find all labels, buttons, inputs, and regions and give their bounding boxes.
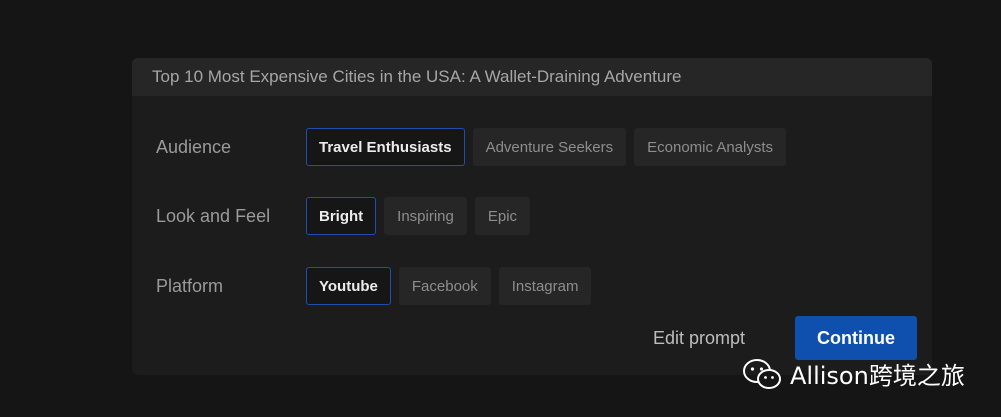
look-option-inspiring[interactable]: Inspiring <box>384 197 467 235</box>
look-option-epic[interactable]: Epic <box>474 197 531 235</box>
audience-option-travel-enthusiasts[interactable]: Travel Enthusiasts <box>306 128 465 166</box>
audience-options: Travel Enthusiasts Adventure Seekers Eco… <box>306 128 787 166</box>
panel-actions: Edit prompt Continue <box>653 316 917 360</box>
audience-option-economic-analysts[interactable]: Economic Analysts <box>634 128 787 166</box>
platform-options: Youtube Facebook Instagram <box>306 267 592 305</box>
platform-option-facebook[interactable]: Facebook <box>398 267 491 305</box>
platform-row: Platform Youtube Facebook Instagram <box>156 267 592 305</box>
audience-option-adventure-seekers[interactable]: Adventure Seekers <box>472 128 627 166</box>
platform-label: Platform <box>156 275 224 296</box>
watermark-text: Allison跨境之旅 <box>790 362 965 390</box>
platform-option-instagram[interactable]: Instagram <box>498 267 592 305</box>
page: Top 10 Most Expensive Cities in the USA:… <box>0 0 1001 417</box>
continue-button[interactable]: Continue <box>795 316 917 360</box>
look-option-bright[interactable]: Bright <box>306 197 377 235</box>
audience-row: Audience Travel Enthusiasts Adventure Se… <box>156 128 787 166</box>
panel-title: Top 10 Most Expensive Cities in the USA:… <box>152 67 682 86</box>
wechat-icon <box>743 358 781 389</box>
prompt-options-panel: Top 10 Most Expensive Cities in the USA:… <box>132 58 932 375</box>
look-and-feel-row: Look and Feel Bright Inspiring Epic <box>156 197 531 235</box>
platform-option-youtube[interactable]: Youtube <box>306 267 391 305</box>
audience-label: Audience <box>156 136 232 157</box>
edit-prompt-link[interactable]: Edit prompt <box>653 328 745 349</box>
watermark: Allison跨境之旅 <box>742 356 965 391</box>
look-and-feel-label: Look and Feel <box>156 205 271 226</box>
panel-header: Top 10 Most Expensive Cities in the USA:… <box>132 58 932 96</box>
look-and-feel-options: Bright Inspiring Epic <box>306 197 531 235</box>
